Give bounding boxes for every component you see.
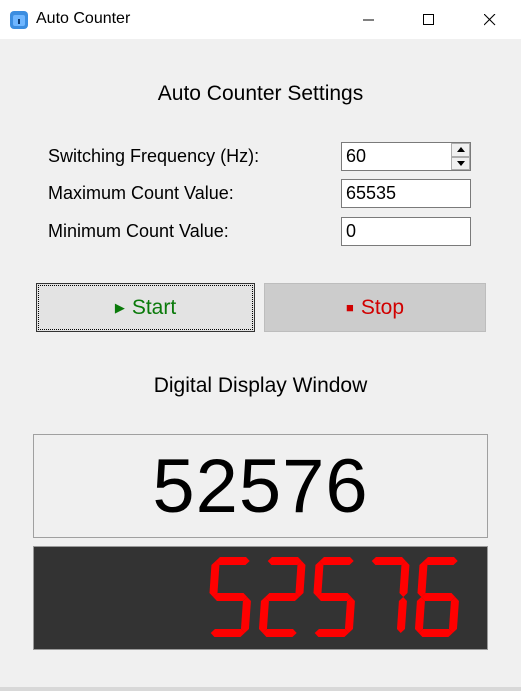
plain-count-display: 52576 [33,434,488,538]
window-bottom-edge [0,687,521,691]
minimize-button[interactable] [346,0,392,39]
frequency-label: Switching Frequency (Hz): [48,146,260,166]
lcd-segment-d [418,629,453,637]
min-count-input[interactable] [341,217,471,246]
start-label: Start [131,295,177,319]
lcd-segment-c [396,597,407,633]
lcd-segment-f [209,561,220,597]
close-icon [484,13,496,25]
min-count-label: Minimum Count Value: [48,221,229,241]
lcd-segment-d [314,629,349,637]
lcd-segment-a [267,557,302,565]
settings-heading: Auto Counter Settings [157,82,364,105]
lcd-segment-c [344,597,355,633]
stop-label: Stop [360,295,405,319]
lcd-segment-g [317,593,352,601]
lcd-segment-g [265,593,300,601]
lcd-segment-g [213,593,248,601]
window-title: Auto Counter [36,10,131,27]
lcd-digit [313,557,355,637]
display-heading: Digital Display Window [153,374,368,397]
lcd-segment-a [215,557,250,565]
lcd-digit [258,557,306,637]
lcd-digit [371,557,410,633]
lcd-digit [209,557,251,637]
seven-segment-display [33,546,488,650]
lcd-segment-c [240,597,251,633]
app-counter-icon [10,11,28,29]
lcd-segment-b [295,561,306,597]
arrow-down-icon [456,160,465,166]
minimize-icon [363,19,374,20]
lcd-segment-a [371,557,406,565]
lcd-segment-b [399,561,410,597]
maximize-icon [423,13,434,25]
arrow-up-icon [456,147,465,153]
max-count-label: Maximum Count Value: [48,183,234,203]
spin-down-button[interactable] [451,156,470,170]
max-count-input[interactable] [341,179,471,208]
seven-segment-value [209,557,459,637]
lcd-segment-e [414,597,425,633]
close-button[interactable] [467,0,513,39]
title-bar[interactable]: Auto Counter [0,0,521,39]
lcd-segment-a [423,557,458,565]
lcd-digit [414,557,459,637]
plain-count-value: 52576 [152,443,369,529]
lcd-segment-e [258,597,269,633]
play-icon: ▶ [114,299,125,315]
frequency-spinner[interactable] [451,143,470,170]
lcd-segment-d [210,629,245,637]
spin-up-button[interactable] [451,143,470,157]
lcd-segment-c [448,597,459,633]
lcd-segment-f [313,561,324,597]
lcd-segment-d [262,629,297,637]
maximize-button[interactable] [406,0,452,39]
lcd-segment-f [417,561,428,597]
stop-icon: ■ [345,300,354,315]
stop-button[interactable]: ■ Stop [264,283,486,332]
start-button[interactable]: ▶ Start [36,283,255,332]
lcd-segment-a [319,557,354,565]
lcd-segment-g [421,593,456,601]
